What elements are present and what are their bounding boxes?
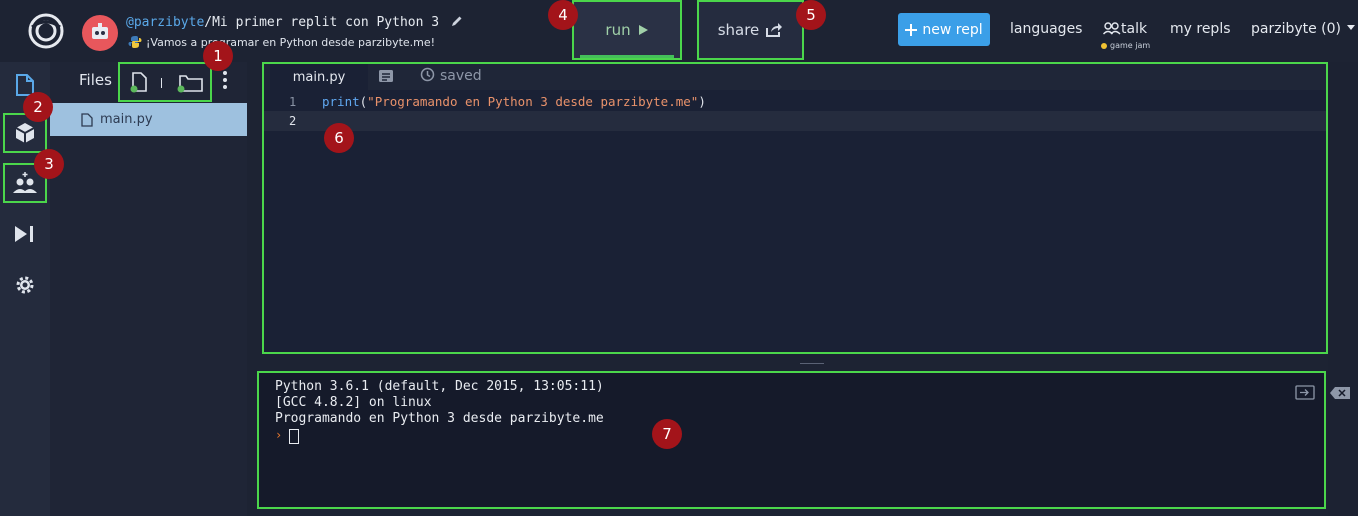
new-repl-label: new repl — [922, 21, 983, 38]
more-icon[interactable] — [221, 70, 229, 90]
file-toolbar — [118, 62, 212, 102]
run-progress-bar — [580, 55, 674, 58]
files-title: Files — [79, 71, 112, 89]
annotation-badge: 3 — [34, 149, 64, 179]
right-strip — [1328, 62, 1358, 516]
annotation-badge: 2 — [23, 92, 53, 122]
line-number: 2 — [289, 114, 297, 128]
share-button[interactable]: share — [697, 0, 804, 60]
talk-icon — [1102, 22, 1121, 35]
file-icon — [81, 112, 93, 127]
share-icon — [766, 23, 783, 37]
repl-owner[interactable]: @parzibyte — [126, 15, 204, 30]
game-jam-badge: game jam — [1101, 41, 1150, 50]
share-label: share — [717, 21, 760, 39]
nav-talk[interactable]: talk — [1102, 21, 1148, 37]
new-repl-button[interactable]: new repl — [898, 13, 990, 46]
markdown-icon[interactable] — [378, 69, 394, 83]
plus-icon — [905, 23, 918, 36]
run-button[interactable]: run — [572, 0, 682, 60]
repl-title[interactable]: @parzibyte/Mi primer replit con Python 3 — [126, 15, 463, 30]
toolbar-divider — [161, 78, 162, 88]
file-name: main.py — [100, 112, 153, 127]
avatar-icon[interactable] — [82, 15, 118, 51]
settings-tab-button[interactable] — [5, 265, 45, 305]
saved-label: saved — [440, 68, 482, 84]
clear-icon[interactable] — [1330, 387, 1350, 399]
nav-account[interactable]: parzibyte (0) — [1251, 21, 1356, 37]
annotation-badge: 6 — [324, 123, 354, 153]
console-line: Python 3.6.1 (default, Dec 2015, 13:05:1… — [275, 379, 604, 394]
code-function: print — [322, 94, 360, 109]
account-label: parzibyte (0) — [1251, 21, 1342, 37]
game-jam-label: game jam — [1110, 41, 1151, 50]
save-status: saved — [420, 67, 482, 84]
repl-description-text: ¡Vamos a programar en Python desde parzi… — [146, 36, 436, 49]
tab-main-py[interactable]: main.py — [270, 64, 368, 90]
users-icon — [13, 172, 37, 193]
annotation-badge: 5 — [796, 0, 826, 30]
console-cursor — [289, 429, 299, 444]
history-icon — [420, 67, 435, 82]
nav-my-repls[interactable]: my repls — [1170, 21, 1231, 37]
annotation-badge: 7 — [652, 419, 682, 449]
console-prompt: › — [275, 428, 283, 442]
nav-languages[interactable]: languages — [1010, 21, 1082, 37]
annotation-badge: 4 — [548, 0, 578, 30]
new-file-icon[interactable] — [130, 72, 150, 94]
replit-logo-icon[interactable] — [28, 13, 64, 49]
new-folder-icon[interactable] — [176, 72, 204, 94]
play-icon — [638, 25, 648, 35]
pane-resize-handle[interactable] — [800, 363, 824, 364]
line-number: 1 — [289, 95, 297, 109]
nav-talk-label: talk — [1121, 21, 1148, 37]
code-string: "Programando en Python 3 desde parzibyte… — [367, 94, 699, 109]
console-line: Programando en Python 3 desde parzibyte.… — [275, 411, 604, 426]
exit-icon[interactable] — [1295, 385, 1315, 400]
debugger-icon — [15, 226, 33, 242]
package-icon — [15, 123, 35, 143]
debugger-tab-button[interactable] — [5, 214, 45, 254]
repl-description: ¡Vamos a programar en Python desde parzi… — [128, 35, 435, 49]
gear-icon — [16, 276, 34, 294]
current-line-highlight — [264, 111, 1326, 131]
code-paren: ) — [698, 94, 706, 109]
repl-name[interactable]: /Mi primer replit con Python 3 — [204, 15, 439, 30]
status-dot — [1101, 42, 1107, 49]
caret-down-icon — [1347, 25, 1356, 30]
console-line: [GCC 4.8.2] on linux — [275, 395, 432, 410]
run-label: run — [605, 21, 631, 39]
file-item-main-py[interactable]: main.py — [50, 103, 247, 136]
annotation-badge: 1 — [203, 41, 233, 71]
python-icon — [128, 36, 142, 48]
pencil-icon[interactable] — [451, 15, 463, 27]
code-line[interactable]: print("Programando en Python 3 desde par… — [322, 94, 706, 109]
